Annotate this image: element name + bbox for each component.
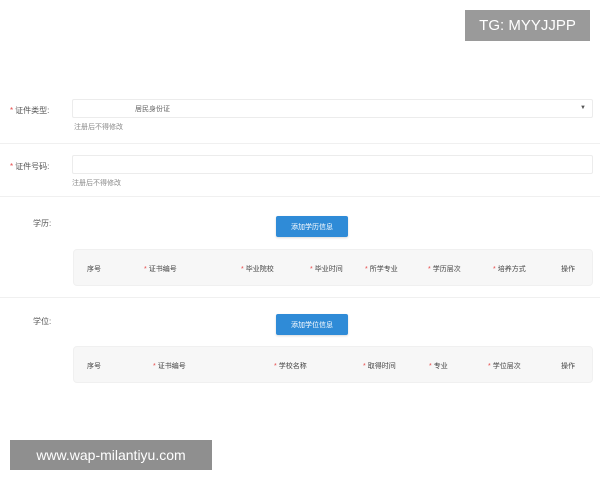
divider: [0, 196, 600, 197]
divider: [0, 143, 600, 144]
table-header-cell: 序号: [87, 363, 101, 370]
id-number-label-row: * 证件号码:: [10, 161, 49, 172]
degree-label: 学位:: [33, 317, 52, 326]
table-header-cell: * 毕业院校: [241, 266, 274, 273]
table-header-cell: 序号: [87, 266, 101, 273]
chevron-down-icon: ▼: [580, 105, 586, 111]
education-table-header: 序号 * 证书编号 * 毕业院校 * 毕业时间 * 所学专业 * 学历层次 * 培养方式 操…: [73, 249, 593, 286]
table-header-cell: * 证书编号: [153, 363, 186, 370]
required-mark: *: [10, 106, 14, 115]
id-type-select[interactable]: 居民身份证 ▼: [72, 99, 593, 118]
id-number-hint: 注册后不得修改: [72, 180, 121, 187]
table-header-cell: * 学位层次: [488, 363, 521, 370]
table-header-cell: * 所学专业: [365, 266, 398, 273]
education-label: 学历:: [33, 219, 52, 228]
table-header-cell: * 学历层次: [428, 266, 461, 273]
add-degree-button[interactable]: 添加学位信息: [276, 314, 348, 335]
table-header-cell: 操作: [561, 266, 575, 273]
id-type-label-row: * 证件类型:: [10, 105, 49, 116]
id-type-hint: 注册后不得修改: [74, 124, 123, 131]
table-header-cell: * 学校名称: [274, 363, 307, 370]
required-mark: *: [10, 162, 14, 171]
watermark-tg: TG: MYYJJPP: [465, 10, 590, 41]
id-number-label: 证件号码:: [15, 162, 50, 171]
watermark-url: www.wap-milantiyu.com: [10, 440, 212, 470]
table-header-cell: * 证书编号: [144, 266, 177, 273]
degree-table-header: 序号 * 证书编号 * 学校名称 * 取得时间 * 专业 * 学位层次 操作: [73, 346, 593, 383]
table-header-cell: * 取得时间: [363, 363, 396, 370]
table-header-cell: * 专业: [429, 363, 448, 370]
table-header-cell: 操作: [561, 363, 575, 370]
id-type-value: 居民身份证: [135, 105, 170, 113]
id-type-label: 证件类型:: [15, 106, 50, 115]
table-header-cell: * 培养方式: [493, 266, 526, 273]
divider: [0, 297, 600, 298]
table-header-cell: * 毕业时间: [310, 266, 343, 273]
add-education-button[interactable]: 添加学历信息: [276, 216, 348, 237]
id-number-input[interactable]: [72, 155, 593, 174]
